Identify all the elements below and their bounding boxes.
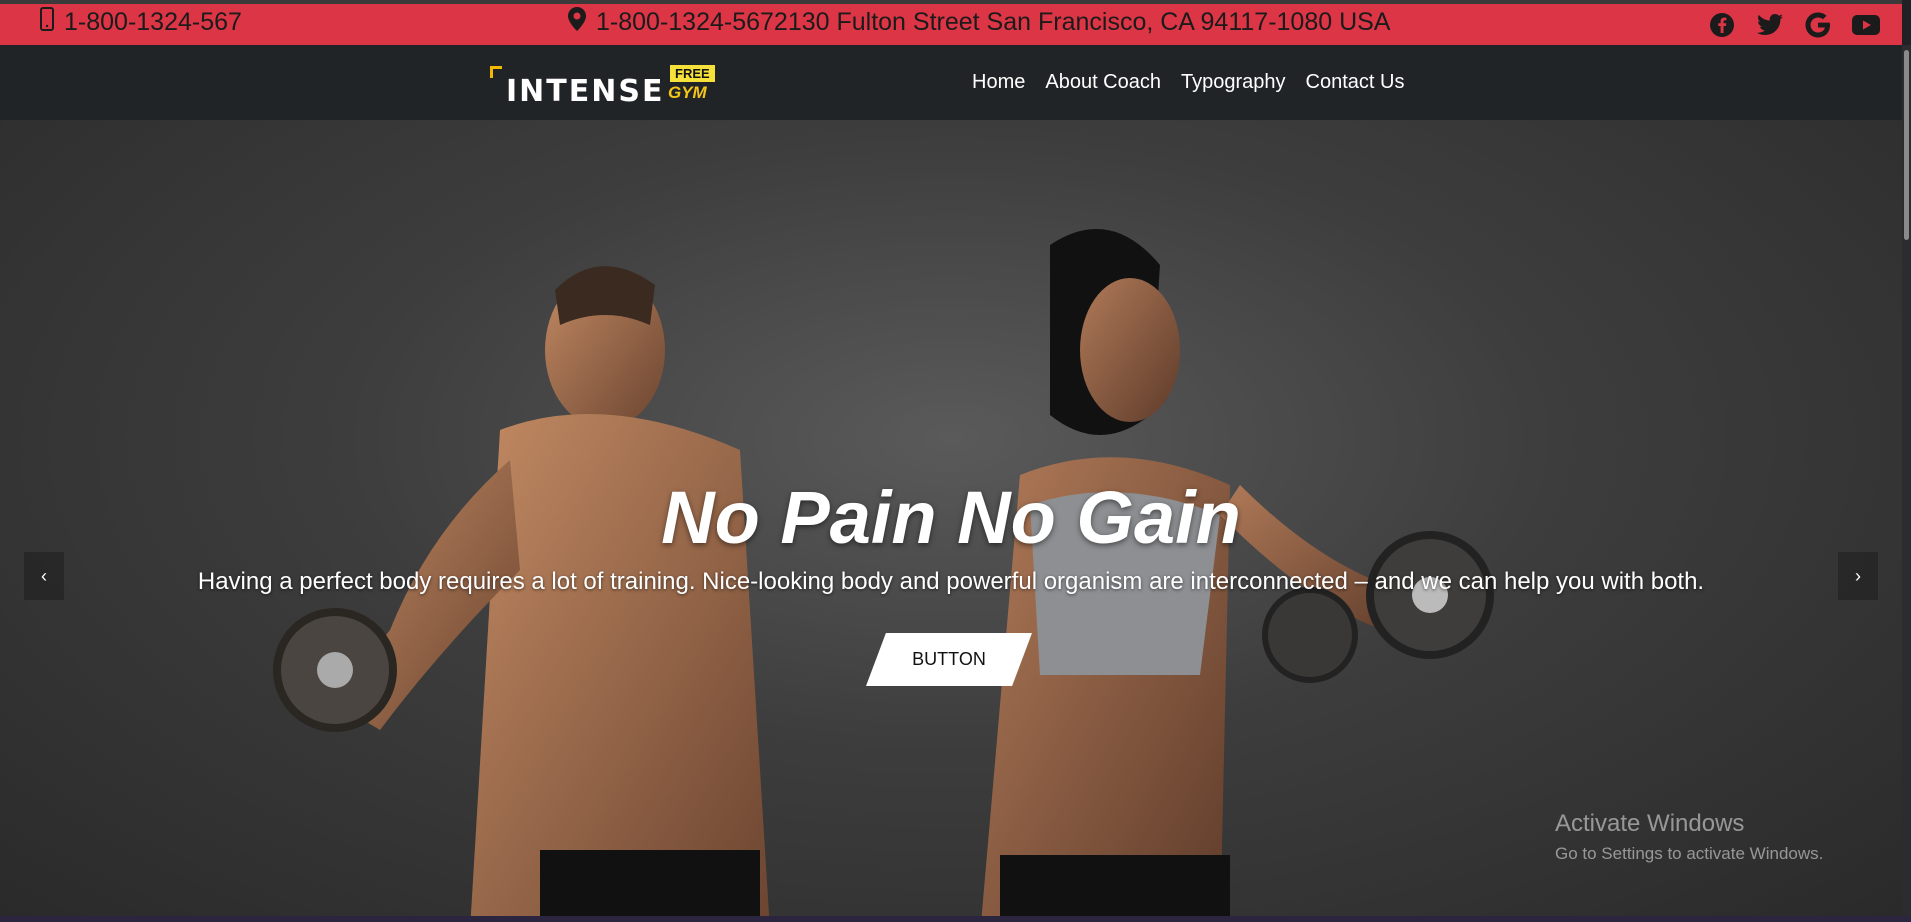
chevron-right-icon: ›: [1855, 565, 1861, 586]
twitter-icon[interactable]: [1756, 11, 1784, 39]
logo-gym-text: GYM: [668, 83, 707, 102]
social-links: [1708, 11, 1880, 39]
hero-carousel: No Pain No Gain Having a perfect body re…: [0, 120, 1902, 916]
hero-description: Having a perfect body requires a lot of …: [197, 568, 1705, 595]
facebook-icon[interactable]: [1708, 11, 1736, 39]
page-scrollbar[interactable]: [1902, 45, 1911, 916]
scrollbar-thumb[interactable]: [1904, 50, 1909, 240]
nav-item-contact-us[interactable]: Contact Us: [1306, 71, 1405, 94]
phone-contact: 1-800-1324-567: [40, 7, 242, 38]
address-text: 1-800-1324-5672130 Fulton Street San Fra…: [596, 8, 1391, 36]
watermark-title: Activate Windows: [1555, 810, 1745, 837]
mobile-phone-icon: [40, 7, 54, 38]
hero-cta-button[interactable]: BUTTON: [866, 633, 1032, 686]
hero-image-woman: [981, 229, 1494, 916]
windows-activation-watermark: Activate Windows Go to Settings to activ…: [1555, 810, 1823, 864]
main-navbar: INTENSE FREE GYM Home About Coach Typogr…: [0, 45, 1902, 120]
taskbar-edge: [0, 916, 1911, 922]
top-info-bar: 1-800-1324-567 1-800-1324-5672130 Fulton…: [0, 0, 1902, 45]
watermark-subtitle: Go to Settings to activate Windows.: [1555, 844, 1824, 863]
nav-item-typography[interactable]: Typography: [1181, 71, 1286, 94]
logo-free-badge: FREE: [670, 65, 715, 82]
address-contact: 1-800-1324-5672130 Fulton Street San Fra…: [568, 7, 1390, 38]
brand-logo[interactable]: INTENSE FREE GYM: [488, 63, 718, 109]
youtube-icon[interactable]: [1852, 11, 1880, 39]
chevron-left-icon: ‹: [41, 565, 47, 586]
logo-corner-mark: [490, 66, 502, 78]
hero-title: No Pain No Gain: [661, 476, 1241, 559]
phone-number: 1-800-1324-567: [64, 8, 242, 36]
carousel-prev-button[interactable]: ‹: [24, 552, 64, 600]
carousel-next-button[interactable]: ›: [1838, 552, 1878, 600]
google-icon[interactable]: [1804, 11, 1832, 39]
nav-menu: Home About Coach Typography Contact Us: [972, 71, 1404, 94]
nav-item-home[interactable]: Home: [972, 71, 1025, 94]
nav-item-about-coach[interactable]: About Coach: [1045, 71, 1161, 94]
logo-word: INTENSE: [506, 74, 665, 109]
map-marker-icon: [568, 7, 586, 38]
